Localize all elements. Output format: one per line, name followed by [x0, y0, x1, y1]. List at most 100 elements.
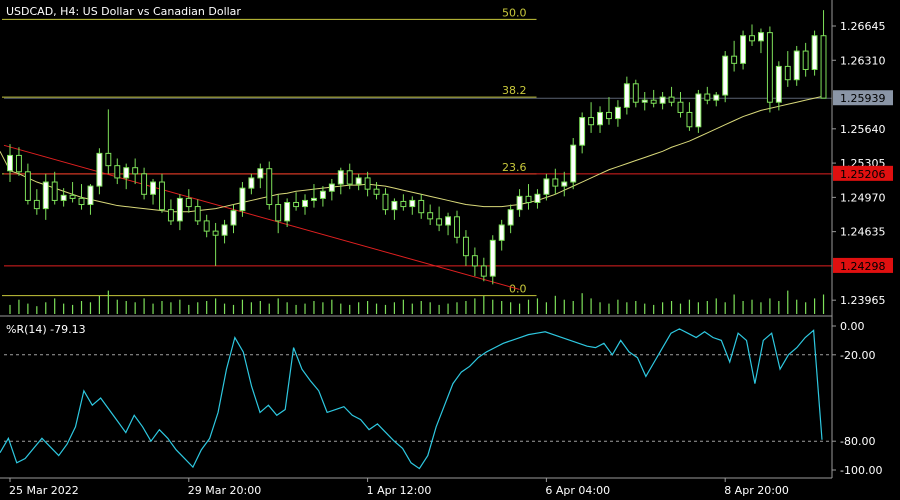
fib-level-label: 23.6 — [502, 161, 527, 174]
candle-body — [534, 193, 541, 203]
time-tick-label: 29 Mar 20:00 — [188, 484, 261, 497]
candle-body — [775, 65, 782, 103]
candle-body — [266, 168, 273, 206]
candle-body — [96, 152, 103, 187]
candle-body — [614, 106, 621, 120]
candle-body — [328, 183, 335, 192]
candle-body — [454, 216, 460, 238]
candle-body — [623, 83, 630, 108]
candle-body — [364, 177, 371, 190]
candle-body — [784, 65, 791, 81]
candle-body — [105, 152, 112, 167]
candle-body — [650, 99, 657, 104]
candle-body — [418, 199, 425, 214]
horizontal-lines[interactable] — [4, 97, 832, 267]
candle-body — [641, 99, 648, 103]
oscillator-tick-label: -80.00 — [840, 435, 875, 448]
candle-body — [713, 94, 720, 101]
fib-level-label: 38.2 — [502, 84, 527, 97]
candle-body — [176, 197, 183, 222]
axis-labels: 1.266451.263101.256401.253051.249701.246… — [9, 20, 893, 497]
candle-body — [310, 197, 317, 201]
candle-body — [704, 93, 711, 101]
candle-body — [203, 220, 210, 232]
candle-body — [248, 177, 255, 189]
candle-body — [212, 230, 219, 236]
candle-body — [51, 181, 58, 201]
candle-body — [480, 265, 487, 277]
candle-body — [185, 197, 192, 208]
candle-body — [740, 35, 747, 64]
price-tick-label: 1.26310 — [840, 54, 886, 67]
candle-body — [114, 165, 121, 179]
candle-body — [293, 201, 300, 208]
candle-body — [194, 206, 201, 222]
candle-body — [284, 201, 291, 222]
candle-body — [24, 171, 31, 201]
candle-body — [221, 224, 228, 236]
candle-body — [346, 170, 353, 185]
candle-body — [498, 224, 505, 241]
trendline-segment[interactable] — [3, 144, 520, 290]
candle-body — [757, 32, 764, 42]
candle-body — [552, 178, 559, 187]
candle-body — [516, 195, 523, 211]
fib-level-label: 50.0 — [502, 6, 527, 19]
time-tick-label: 25 Mar 2022 — [9, 484, 79, 497]
candle-body — [319, 190, 326, 199]
candle-body — [802, 50, 809, 70]
price-tick-label: 1.26645 — [840, 20, 886, 33]
candle-body — [167, 209, 174, 222]
candle-body — [78, 197, 85, 206]
candle-body — [588, 117, 595, 126]
candle-body — [42, 181, 49, 210]
candle-body — [445, 216, 452, 226]
oscillator-tick-label: -20.00 — [840, 349, 875, 362]
hline-label: 1.24298 — [840, 260, 886, 273]
candle-body — [597, 111, 603, 126]
candle-body — [123, 167, 130, 179]
candle-body — [793, 50, 800, 81]
candle-body — [579, 117, 586, 146]
price-tick-label: 1.23965 — [840, 294, 886, 307]
time-tick-label: 8 Apr 20:00 — [724, 484, 789, 497]
time-tick-label: 6 Apr 04:00 — [545, 484, 610, 497]
candle-body — [230, 210, 237, 226]
candle-body — [731, 55, 738, 64]
candle-body — [132, 167, 139, 175]
oscillator-line — [0, 328, 823, 470]
candle-body — [159, 181, 165, 211]
price-tick-label: 1.24970 — [840, 191, 886, 204]
candle-body — [7, 154, 13, 172]
time-tick-label: 1 Apr 12:00 — [367, 484, 432, 497]
candle-body — [668, 96, 675, 103]
price-tick-label: 1.24635 — [840, 226, 886, 239]
candle-body — [677, 101, 684, 113]
candle-body — [695, 93, 702, 128]
fibonacci-retracement[interactable]: 50.038.223.60.0 — [2, 6, 537, 297]
candle-body — [257, 168, 264, 179]
oscillator-tick-label: 0.00 — [840, 320, 865, 333]
trendline[interactable] — [3, 144, 520, 290]
candle-body — [141, 173, 148, 195]
candle-body — [60, 194, 67, 201]
candle-body — [811, 35, 818, 70]
candle-body — [355, 177, 362, 185]
candle-body — [409, 199, 416, 208]
candle-body — [239, 187, 246, 212]
oscillator-tick-label: -100.00 — [840, 464, 882, 477]
candle-body — [525, 195, 532, 203]
usdcad-chart[interactable]: 50.038.223.60.0 1.266451.263101.256401.2… — [0, 0, 900, 500]
axes — [0, 0, 833, 479]
candle-body — [33, 199, 40, 210]
price-tick-label: 1.25640 — [840, 123, 886, 136]
candle-body — [659, 96, 666, 104]
williams-r-oscillator — [0, 328, 832, 470]
candle-body — [373, 188, 380, 195]
candle-body — [749, 35, 755, 42]
candle-body — [489, 239, 496, 277]
candle-body — [820, 35, 827, 99]
volume-bars — [9, 290, 825, 314]
candle-body — [632, 83, 639, 103]
candles — [7, 10, 827, 285]
